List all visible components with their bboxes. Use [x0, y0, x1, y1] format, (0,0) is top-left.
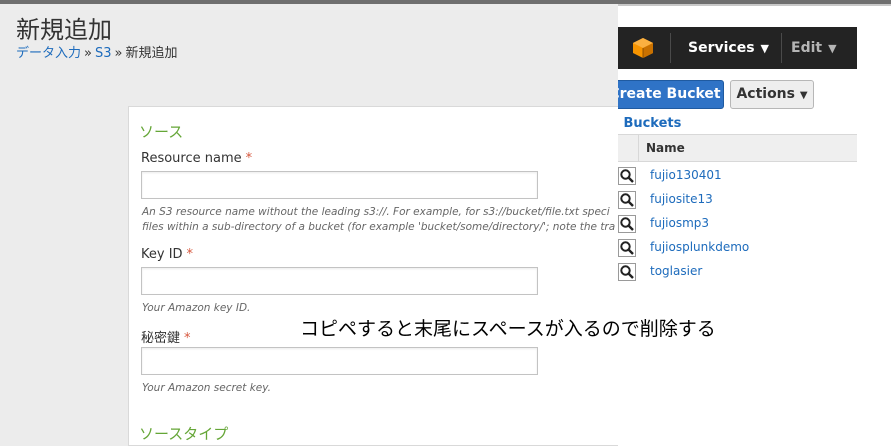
chevron-down-icon: ▼ — [828, 42, 837, 55]
all-buckets-heading: ll Buckets — [610, 116, 682, 131]
section-title-source: ソース — [139, 123, 184, 141]
page-title: 新規追加 — [16, 16, 112, 44]
magnifier-icon[interactable] — [618, 167, 636, 185]
navbar-divider — [670, 33, 671, 63]
resource-name-label: Resource name * — [141, 151, 252, 166]
services-label: Services — [688, 40, 755, 56]
aws-s3-console: Services ▼ Edit ▼ Create Bucket Actions ▼ … — [600, 6, 891, 446]
key-id-input[interactable] — [141, 267, 538, 295]
edit-label: Edit — [791, 40, 823, 56]
resource-name-help-2: files within a sub-directory of a bucket… — [142, 221, 616, 233]
resource-name-input[interactable] — [141, 171, 538, 199]
chevron-down-icon: ▼ — [799, 90, 808, 101]
key-id-help: Your Amazon key ID. — [142, 302, 251, 314]
create-bucket-button[interactable]: Create Bucket — [606, 80, 724, 109]
actions-label: Actions — [736, 86, 795, 102]
magnifier-icon[interactable] — [618, 263, 636, 281]
bucket-table-header: Name — [616, 134, 857, 162]
section-title-source-type: ソースタイプ — [139, 425, 229, 443]
table-row[interactable]: fujiosite13 — [616, 188, 857, 212]
column-divider — [638, 135, 639, 161]
key-id-label: Key ID * — [141, 247, 193, 262]
bucket-name-link[interactable]: fujio130401 — [650, 168, 722, 182]
magnifier-icon[interactable] — [618, 215, 636, 233]
secret-key-label-text: 秘密鍵 — [141, 331, 181, 346]
resource-name-label-text: Resource name — [141, 151, 242, 166]
splunk-data-input-panel: 新規追加 データ入力» S3» 新規追加 ソース Resource name * An… — [0, 4, 618, 446]
secret-key-input[interactable] — [141, 347, 538, 375]
aws-navbar: Services ▼ Edit ▼ — [618, 27, 857, 69]
navbar-divider — [781, 33, 782, 63]
breadcrumb: データ入力» S3» 新規追加 — [16, 42, 178, 61]
bucket-name-link[interactable]: fujiosplunkdemo — [650, 240, 749, 254]
edit-menu[interactable]: Edit ▼ — [791, 27, 837, 69]
bucket-name-link[interactable]: toglasier — [650, 264, 702, 278]
table-row[interactable]: toglasier — [616, 260, 857, 284]
secret-key-label: 秘密鍵 * — [141, 327, 191, 346]
required-mark: * — [186, 247, 194, 262]
table-row[interactable]: fujiosmp3 — [616, 212, 857, 236]
actions-button[interactable]: Actions ▼ — [730, 80, 814, 109]
required-mark: * — [184, 331, 191, 346]
magnifier-icon[interactable] — [618, 191, 636, 209]
required-mark: * — [245, 151, 253, 166]
s3-input-form: ソース Resource name * An S3 resource name w… — [128, 106, 618, 446]
chevron-down-icon: ▼ — [760, 42, 770, 55]
bucket-name-link[interactable]: fujiosmp3 — [650, 216, 709, 230]
resource-name-help: An S3 resource name without the leading … — [142, 206, 610, 218]
magnifier-icon[interactable] — [618, 239, 636, 257]
breadcrumb-current: 新規追加 — [125, 46, 178, 61]
annotation-note: コピペすると末尾にスペースが入るので削除する — [300, 318, 716, 340]
aws-cube-icon[interactable] — [632, 37, 654, 59]
breadcrumb-separator: » — [84, 46, 92, 61]
services-menu[interactable]: Services ▼ — [688, 27, 769, 69]
key-id-label-text: Key ID — [141, 247, 183, 262]
table-row[interactable]: fujio130401 — [616, 164, 857, 188]
breadcrumb-s3-link[interactable]: S3 — [95, 46, 112, 61]
breadcrumb-separator: » — [114, 46, 123, 61]
bucket-name-link[interactable]: fujiosite13 — [650, 192, 713, 206]
table-row[interactable]: fujiosplunkdemo — [616, 236, 857, 260]
name-column-header[interactable]: Name — [646, 135, 685, 161]
breadcrumb-data-inputs-link[interactable]: データ入力 — [16, 46, 81, 61]
secret-key-help: Your Amazon secret key. — [142, 382, 271, 394]
